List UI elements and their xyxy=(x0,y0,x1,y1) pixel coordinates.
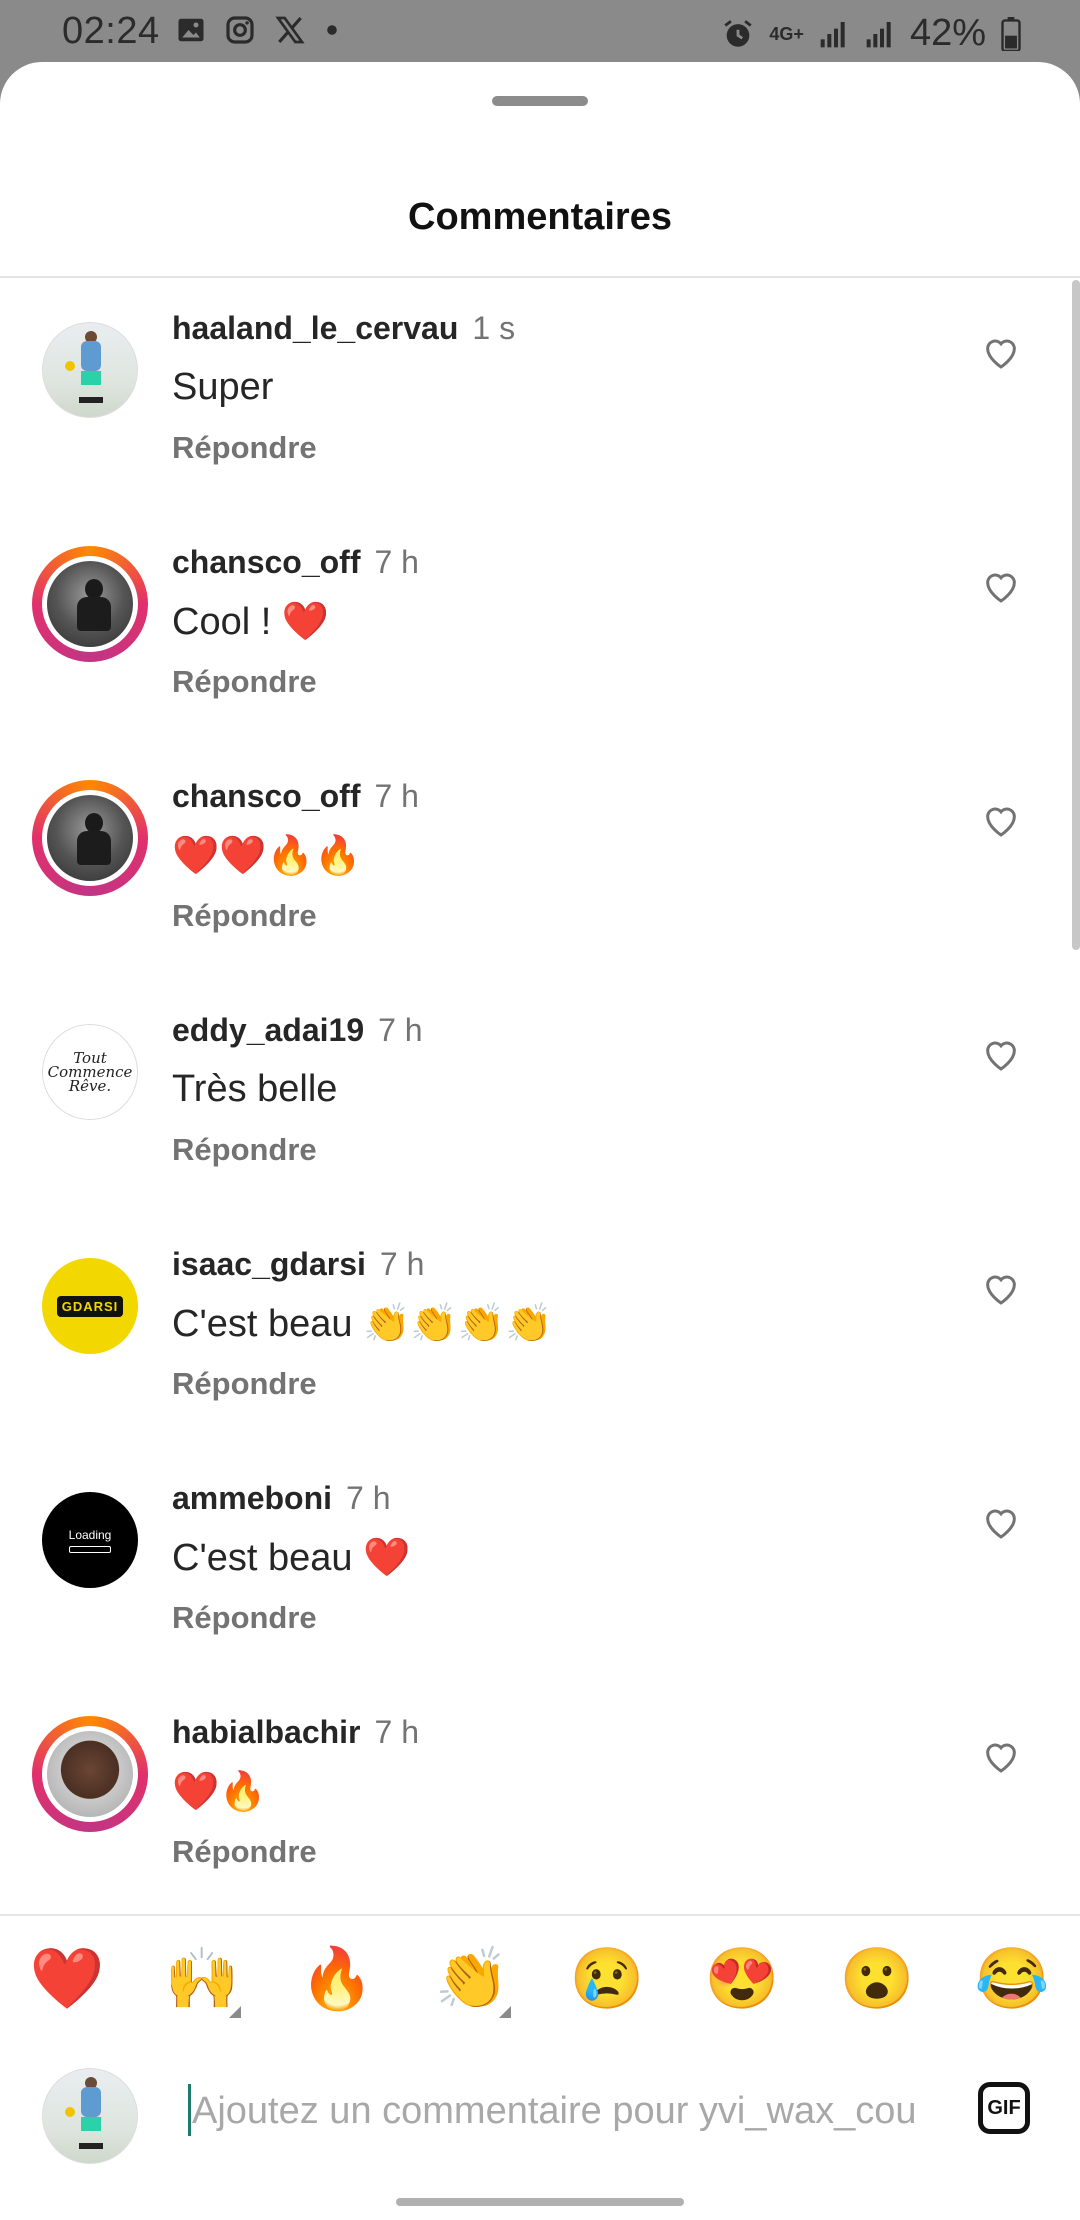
gif-button[interactable]: GIF xyxy=(978,2082,1030,2134)
avatar-script-text: Tout Commence Rêve. xyxy=(47,1049,133,1095)
comment-text: Très belle xyxy=(172,1068,338,1110)
comment-item: chansco_off 7 h ❤️❤️🔥🔥 Répondre xyxy=(0,748,1080,982)
comment-time: 7 h xyxy=(378,1012,423,1048)
comment-text: Cool ! ❤️ xyxy=(172,601,330,643)
alarm-icon xyxy=(724,19,753,47)
reply-button[interactable]: Répondre xyxy=(172,898,317,934)
comment-username[interactable]: chansco_off 7 h xyxy=(172,778,419,815)
reply-button[interactable]: Répondre xyxy=(172,430,317,466)
sheet-drag-handle[interactable] xyxy=(492,96,588,106)
sheet-title: Commentaires xyxy=(408,196,672,238)
avatar[interactable]: Loading xyxy=(42,1492,138,1588)
avatar-story-ring[interactable] xyxy=(32,1716,148,1832)
comment-text: C'est beau 👏👏👏👏 xyxy=(172,1303,553,1345)
reply-button[interactable]: Répondre xyxy=(172,664,317,700)
comment-item: habialbachir 7 h ❤️🔥 Répondre xyxy=(0,1684,1080,1918)
comment-item: Tout Commence Rêve. eddy_adai19 7 h Très … xyxy=(0,982,1080,1216)
avatar-story-ring[interactable] xyxy=(32,546,148,662)
battery-icon xyxy=(1001,16,1021,51)
comment-username[interactable]: eddy_adai19 7 h xyxy=(172,1012,423,1049)
reply-button[interactable]: Répondre xyxy=(172,1366,317,1402)
avatar-image xyxy=(42,556,138,652)
comment-item: Loading ammeboni 7 h C'est beau ❤️ Répond… xyxy=(0,1450,1080,1684)
comment-username[interactable]: habialbachir 7 h xyxy=(172,1714,419,1751)
heart-icon[interactable] xyxy=(980,1736,1022,1776)
status-right-icons: 4G+ 42% xyxy=(721,12,1022,55)
skin-tone-indicator-icon xyxy=(229,2006,241,2018)
comment-time: 7 h xyxy=(374,544,419,580)
dot-icon xyxy=(327,25,337,35)
comment-time: 7 h xyxy=(374,1714,419,1750)
heart-icon[interactable] xyxy=(980,1034,1022,1074)
avatar[interactable]: Tout Commence Rêve. xyxy=(42,1024,138,1120)
avatar-image xyxy=(42,790,138,886)
heart-icon[interactable] xyxy=(980,1268,1022,1308)
comment-time: 7 h xyxy=(374,778,419,814)
emoji-surprised-button[interactable]: 😮 xyxy=(832,1940,922,2018)
status-time: 02:24 xyxy=(62,10,160,52)
skin-tone-indicator-icon xyxy=(499,2006,511,2018)
emoji-raised-hands-glyph: 🙌 xyxy=(164,1945,240,2012)
heart-icon[interactable] xyxy=(980,566,1022,606)
avatar-image xyxy=(42,1726,138,1822)
comments-sheet: Commentaires haaland_le_cervau 1 s Super … xyxy=(0,62,1080,2220)
signal-icon xyxy=(866,21,891,47)
heart-icon[interactable] xyxy=(980,332,1022,372)
avatar-image: GDARSI xyxy=(42,1258,138,1354)
emoji-heart-eyes-button[interactable]: 😍 xyxy=(697,1940,787,2018)
avatar-image: Tout Commence Rêve. xyxy=(42,1024,138,1120)
avatar[interactable]: GDARSI xyxy=(42,1258,138,1354)
reply-button[interactable]: Répondre xyxy=(172,1132,317,1168)
comment-username[interactable]: ammeboni 7 h xyxy=(172,1480,391,1517)
emoji-clap-button[interactable]: 👏 xyxy=(427,1940,517,2018)
x-icon xyxy=(275,16,305,44)
emoji-clap-glyph: 👏 xyxy=(434,1945,510,2012)
comment-time: 1 s xyxy=(472,310,516,346)
comment-time: 7 h xyxy=(379,1246,425,1282)
emoji-laugh-button[interactable]: 😂 xyxy=(967,1940,1057,2018)
image-icon xyxy=(178,18,204,42)
emoji-cry-button[interactable]: 😢 xyxy=(562,1940,652,2018)
comment-time: 7 h xyxy=(346,1480,391,1516)
comment-text: Super xyxy=(172,366,274,408)
home-indicator[interactable] xyxy=(396,2198,684,2206)
heart-icon[interactable] xyxy=(980,1502,1022,1542)
comment-text: ❤️🔥 xyxy=(172,1771,267,1813)
reply-button[interactable]: Répondre xyxy=(172,1834,317,1870)
status-left-icons xyxy=(176,14,340,46)
avatar-loading-bar xyxy=(69,1545,111,1553)
emoji-raised-hands-button[interactable]: 🙌 xyxy=(157,1940,247,2018)
battery-percent: 42% xyxy=(909,12,986,54)
instagram-icon xyxy=(226,16,254,44)
signal-icon xyxy=(820,21,845,47)
comment-text: ❤️❤️🔥🔥 xyxy=(172,835,362,877)
avatar-logo-text: GDARSI xyxy=(56,1295,124,1317)
comment-username[interactable]: isaac_gdarsi 7 h xyxy=(172,1246,424,1283)
comment-text: C'est beau ❤️ xyxy=(172,1537,411,1579)
comment-item: GDARSI isaac_gdarsi 7 h C'est beau 👏👏👏👏 R… xyxy=(0,1216,1080,1450)
status-bar: 02:24 4G+ 42% xyxy=(0,0,1080,64)
network-4g-icon: 4G+ xyxy=(769,23,804,44)
avatar-image: Loading xyxy=(42,1492,138,1588)
comment-item: chansco_off 7 h Cool ! ❤️ Répondre xyxy=(0,514,1080,748)
avatar-story-ring[interactable] xyxy=(32,780,148,896)
comment-item: haaland_le_cervau 1 s Super Répondre xyxy=(0,280,1080,514)
comment-input-bar: GIF xyxy=(0,2044,1080,2184)
my-avatar xyxy=(42,2068,138,2164)
comment-username[interactable]: haaland_le_cervau 1 s xyxy=(172,310,515,347)
heart-icon[interactable] xyxy=(980,800,1022,840)
comment-username[interactable]: chansco_off 7 h xyxy=(172,544,419,581)
reply-button[interactable]: Répondre xyxy=(172,1600,317,1636)
emoji-quick-bar: ❤️ 🙌 🔥 👏 😢 😍 😮 😂 xyxy=(0,1914,1080,2046)
divider xyxy=(0,276,1080,278)
avatar-image xyxy=(42,322,138,418)
emoji-fire-button[interactable]: 🔥 xyxy=(292,1940,382,2018)
comment-input[interactable] xyxy=(192,2082,932,2140)
avatar-loading-text: Loading xyxy=(68,1527,112,1542)
emoji-heart-button[interactable]: ❤️ xyxy=(22,1940,112,2018)
text-caret xyxy=(188,2084,191,2136)
avatar[interactable] xyxy=(42,322,138,418)
